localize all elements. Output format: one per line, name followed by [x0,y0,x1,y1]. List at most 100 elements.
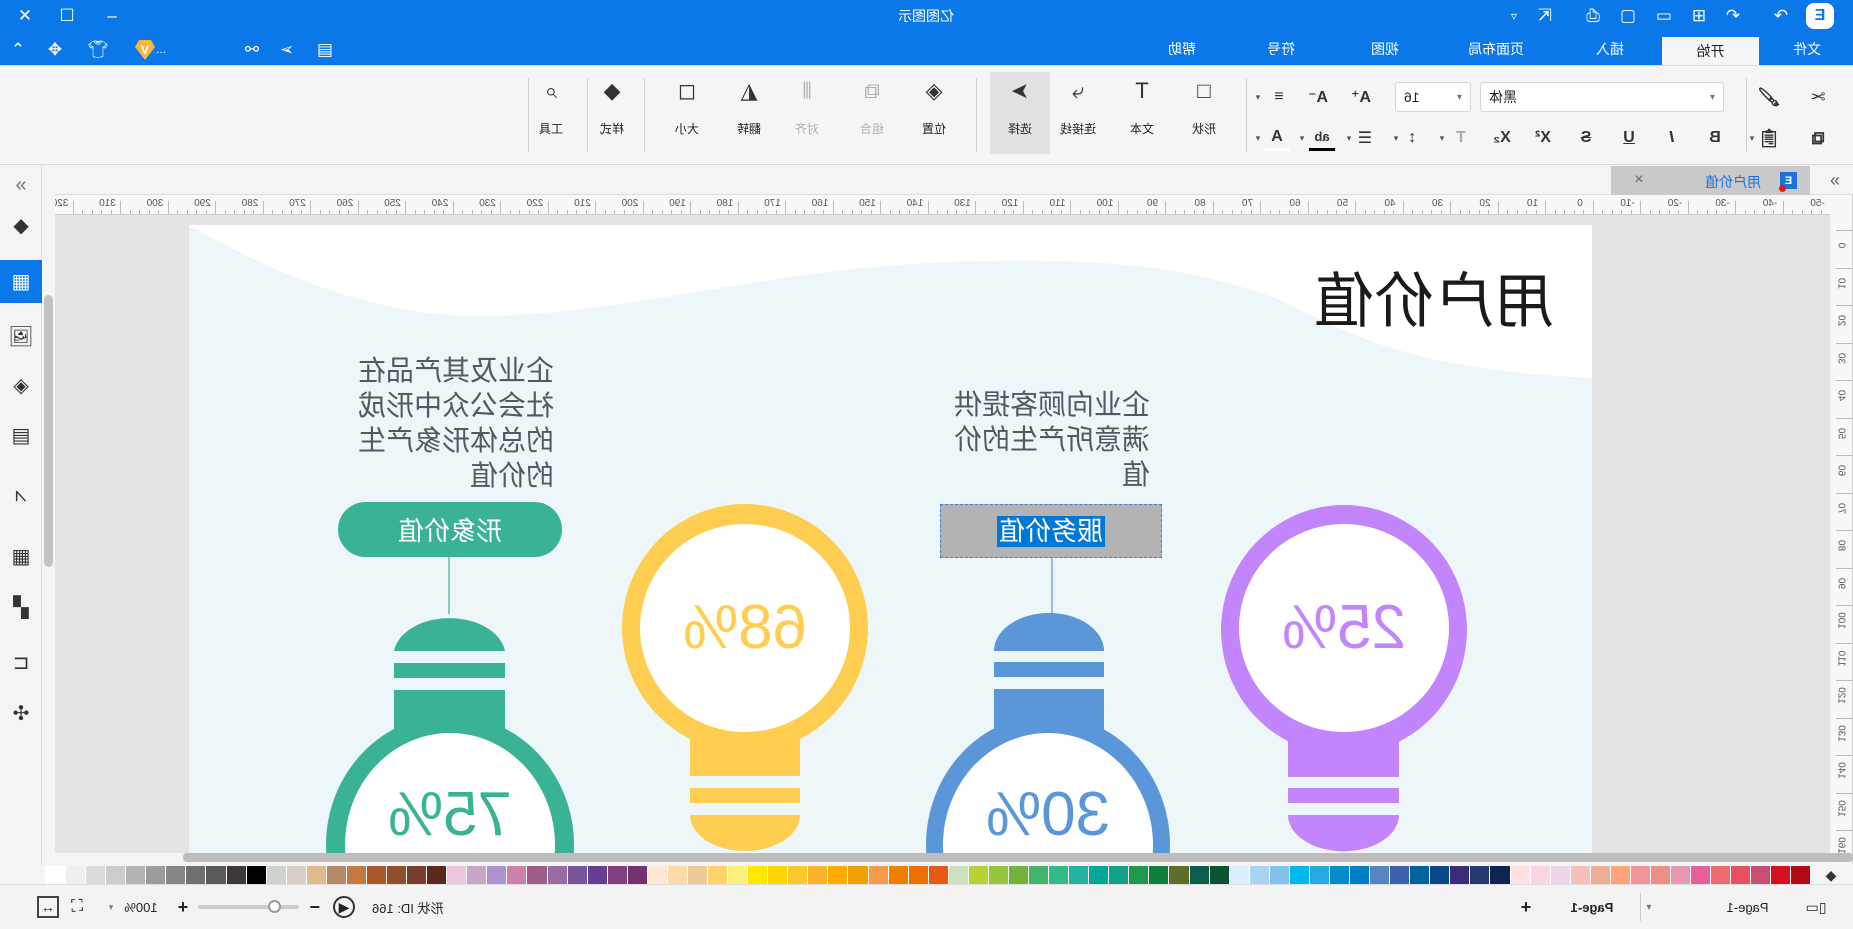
color-swatch[interactable] [1188,866,1209,884]
font-color-icon[interactable]: A [1264,125,1290,151]
color-swatch[interactable] [1409,866,1430,884]
fill-icon[interactable]: ◆ [0,205,42,245]
color-swatch[interactable] [1148,866,1169,884]
color-swatch[interactable] [1629,866,1650,884]
tab-file[interactable]: 文件 [1783,33,1831,65]
color-swatch[interactable] [566,866,587,884]
fill-bucket-icon[interactable]: ◆ [1820,864,1842,886]
color-swatch[interactable] [1690,866,1711,884]
color-swatch[interactable] [446,866,467,884]
color-swatch[interactable] [1650,866,1671,884]
color-swatch[interactable] [225,866,246,884]
color-swatch[interactable] [285,866,306,884]
color-swatch[interactable] [606,866,627,884]
subscript-icon[interactable]: X₂ [1489,125,1515,151]
align-button[interactable]: ⫴ 对齐 [779,72,835,154]
font-size-select[interactable]: 16 ▾ [1395,82,1471,112]
send-icon[interactable]: ➢ [273,36,301,64]
zoom-level[interactable]: 100% [120,896,162,918]
color-swatch[interactable] [245,866,266,884]
color-swatch[interactable] [265,866,286,884]
group-button[interactable]: ⧉ 组合 [844,72,900,154]
color-swatch[interactable] [646,866,667,884]
color-swatch[interactable] [145,866,166,884]
color-swatch[interactable] [1228,866,1249,884]
font-name-select[interactable]: 黑体 ▾ [1480,82,1724,112]
layers-icon[interactable]: ◈ [0,365,42,405]
color-swatch[interactable] [85,866,106,884]
color-swatch[interactable] [526,866,547,884]
fullscreen-icon[interactable]: ⛶ [66,896,88,918]
size-button[interactable]: ◻ 大小 [659,72,715,154]
theme-shirt-icon[interactable]: 👕︎ [84,36,112,64]
color-swatch[interactable] [386,866,407,884]
color-swatch[interactable] [707,866,728,884]
horizontal-scrollbar[interactable] [183,853,1853,862]
color-swatch[interactable] [1128,866,1149,884]
text-dropdown-icon[interactable]: ▾ [1437,125,1447,151]
zoom-slider[interactable] [198,905,299,909]
maximize-icon[interactable]: ☐ [53,2,81,30]
chart-icon[interactable]: ⩘ [0,475,42,515]
color-swatch[interactable] [65,866,86,884]
color-swatch[interactable] [807,866,828,884]
copy-icon[interactable]: ⧉ [1805,125,1831,151]
color-swatch[interactable] [1108,866,1129,884]
page-title[interactable]: 用户价值 [1314,268,1554,335]
tab-home[interactable]: 开始 [1662,37,1759,65]
color-swatch[interactable] [827,866,848,884]
align-right-icon[interactable]: ≡ [1266,84,1292,110]
color-swatch[interactable] [847,866,868,884]
color-swatch[interactable] [165,866,186,884]
tab-symbol[interactable]: 符号 [1257,33,1305,65]
collapse-ribbon-icon[interactable]: ⌃ [4,36,32,64]
underline-icon[interactable]: U [1616,125,1642,151]
comment-icon[interactable]: ▤ [311,36,339,64]
flip-button[interactable]: ◭ 翻转 [721,72,777,154]
color-swatch[interactable] [325,866,346,884]
undo-icon[interactable]: ↶ [1719,2,1747,30]
color-swatch[interactable] [1208,866,1229,884]
new-icon[interactable]: ⊞ [1685,2,1713,30]
connector-button[interactable]: ⤷ 连接线 [1050,72,1106,154]
mindmap-icon[interactable]: ✣ [0,693,42,733]
color-swatch[interactable] [406,866,427,884]
color-swatch[interactable] [1790,866,1811,884]
symbol-library-icon[interactable]: ▦ [0,260,42,303]
color-swatch[interactable] [727,866,748,884]
bold-icon[interactable]: B [1702,125,1728,151]
zoom-in-button[interactable]: + [175,896,191,918]
more-button[interactable]: ... [156,42,166,56]
color-swatch[interactable] [1589,866,1610,884]
format-painter-icon[interactable]: 🖌︎ [1756,84,1782,110]
color-swatch[interactable] [887,866,908,884]
page-dropdown-icon[interactable]: ▾ [1643,896,1655,918]
page-icon[interactable]: ▤ [0,415,42,455]
expand-icon[interactable]: » [0,165,42,205]
tab-view[interactable]: 视图 [1361,33,1409,65]
color-swatch[interactable] [1770,866,1791,884]
zoom-out-button[interactable]: − [307,896,323,918]
align-dropdown-icon[interactable]: ▾ [1253,84,1263,110]
print-icon[interactable]: ⎙ [1579,2,1607,30]
cut-icon[interactable]: ✂ [1805,84,1831,110]
color-swatch[interactable] [1008,866,1029,884]
tab-page-layout[interactable]: 页面布局 [1456,33,1536,65]
highlight-dropdown-icon[interactable]: ▾ [1297,125,1307,151]
text-button[interactable]: T 文本 [1114,72,1170,154]
dropdown-icon[interactable]: ▿ [1500,2,1528,30]
color-swatch[interactable] [1569,866,1590,884]
color-swatch[interactable] [1670,866,1691,884]
highlight-icon[interactable]: ab [1309,125,1335,151]
color-swatch[interactable] [205,866,226,884]
tools-button[interactable]: ⌕ 工具 [523,72,579,154]
label-image-value[interactable]: 形象价值 [338,502,562,557]
collapse-panel-icon[interactable]: » [1823,168,1847,192]
color-swatch[interactable] [1308,866,1329,884]
color-swatch[interactable] [1088,866,1109,884]
selected-text[interactable]: 服务价值 [997,515,1106,547]
color-swatch[interactable] [1469,866,1490,884]
position-button[interactable]: ◈ 位置 [906,72,962,154]
color-swatch[interactable] [1248,866,1269,884]
tab-help[interactable]: 帮助 [1158,33,1206,65]
